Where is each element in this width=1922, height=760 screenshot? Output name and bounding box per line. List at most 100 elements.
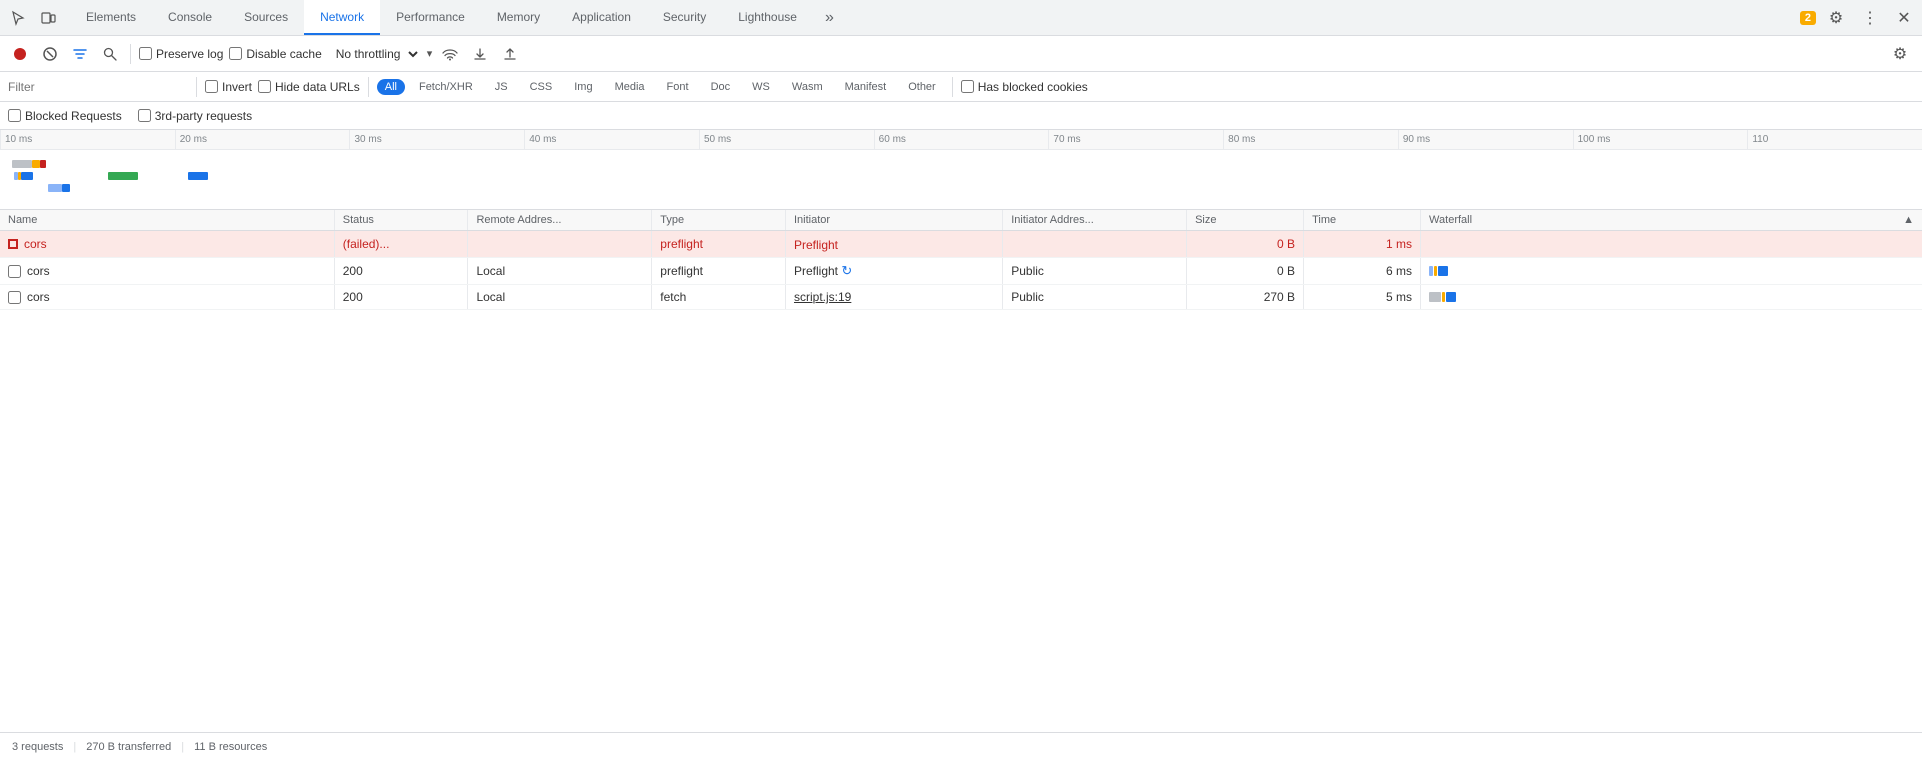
row-checkbox[interactable] — [8, 291, 21, 304]
filter-btn-css[interactable]: CSS — [522, 79, 561, 95]
tab-bar: Elements Console Sources Network Perform… — [0, 0, 1922, 36]
initiator-link[interactable]: script.js:19 — [794, 290, 851, 304]
tick-50ms: 50 ms — [699, 130, 874, 149]
issues-badge[interactable]: 2 — [1800, 11, 1816, 25]
filter-btn-js[interactable]: JS — [487, 79, 516, 95]
record-button[interactable] — [8, 42, 32, 66]
filter-btn-font[interactable]: Font — [659, 79, 697, 95]
throttle-select[interactable]: No throttling — [328, 44, 421, 64]
preserve-log-input[interactable] — [139, 47, 152, 60]
close-devtools-icon[interactable]: ✕ — [1890, 4, 1918, 32]
preserve-log-checkbox[interactable]: Preserve log — [139, 47, 223, 61]
tab-elements[interactable]: Elements — [70, 0, 152, 35]
cursor-icon[interactable] — [4, 4, 32, 32]
filter-icon[interactable] — [68, 42, 92, 66]
tab-performance[interactable]: Performance — [380, 0, 481, 35]
cell-size: 270 B — [1187, 285, 1304, 310]
cell-time: 6 ms — [1304, 258, 1421, 285]
device-toolbar-icon[interactable] — [34, 4, 62, 32]
cell-initiator: Preflight ↻ — [785, 258, 1002, 285]
filter-btn-doc[interactable]: Doc — [703, 79, 739, 95]
more-options-icon[interactable]: ⋮ — [1856, 4, 1884, 32]
col-header-name[interactable]: Name — [0, 210, 334, 231]
third-party-checkbox[interactable]: 3rd-party requests — [138, 109, 252, 123]
tabs-list: Elements Console Sources Network Perform… — [70, 0, 813, 35]
tab-application[interactable]: Application — [556, 0, 647, 35]
cell-name: cors — [0, 285, 334, 310]
filter-input[interactable] — [8, 80, 188, 94]
filter-sep-1 — [196, 77, 197, 97]
col-header-status[interactable]: Status — [334, 210, 468, 231]
col-header-size[interactable]: Size — [1187, 210, 1304, 231]
filter-btn-manifest[interactable]: Manifest — [837, 79, 895, 95]
status-bar: 3 requests | 270 B transferred | 11 B re… — [0, 732, 1922, 760]
table-row[interactable]: cors (failed)... preflight Preflight 0 B… — [0, 231, 1922, 258]
table-row[interactable]: cors 200 Local fetch script.js:19 Public… — [0, 285, 1922, 310]
tick-30ms: 30 ms — [349, 130, 524, 149]
tab-security[interactable]: Security — [647, 0, 722, 35]
tick-80ms: 80 ms — [1223, 130, 1398, 149]
invert-checkbox[interactable]: Invert — [205, 80, 252, 94]
network-settings-icon[interactable]: ⚙ — [1886, 40, 1914, 68]
network-table-container: Name Status Remote Addres... Type Initia… — [0, 210, 1922, 732]
tab-network[interactable]: Network — [304, 0, 380, 35]
cell-size: 0 B — [1187, 258, 1304, 285]
more-tabs-button[interactable]: » — [817, 0, 842, 35]
wifi-icon[interactable] — [438, 42, 462, 66]
tick-100ms: 100 ms — [1573, 130, 1748, 149]
filter-btn-wasm[interactable]: Wasm — [784, 79, 831, 95]
export-icon[interactable] — [498, 42, 522, 66]
row-checkbox[interactable] — [8, 265, 21, 278]
filter-btn-media[interactable]: Media — [607, 79, 653, 95]
table-header-row: Name Status Remote Addres... Type Initia… — [0, 210, 1922, 231]
settings-icon[interactable]: ⚙ — [1822, 4, 1850, 32]
cell-initiator: script.js:19 — [785, 285, 1002, 310]
tick-20ms: 20 ms — [175, 130, 350, 149]
cell-waterfall — [1421, 285, 1922, 310]
table-row[interactable]: cors 200 Local preflight Preflight ↻ Pub… — [0, 258, 1922, 285]
col-header-time[interactable]: Time — [1304, 210, 1421, 231]
filter-btn-all[interactable]: All — [377, 79, 405, 95]
cell-name: cors — [0, 231, 334, 258]
cell-waterfall — [1421, 258, 1922, 285]
filter-btn-img[interactable]: Img — [566, 79, 600, 95]
tab-memory[interactable]: Memory — [481, 0, 556, 35]
search-icon[interactable] — [98, 42, 122, 66]
network-table: Name Status Remote Addres... Type Initia… — [0, 210, 1922, 310]
filter-sep-2 — [368, 77, 369, 97]
hide-data-urls-checkbox[interactable]: Hide data URLs — [258, 80, 360, 94]
filter-btn-fetch-xhr[interactable]: Fetch/XHR — [411, 79, 481, 95]
disable-cache-input[interactable] — [229, 47, 242, 60]
tab-icon-group — [4, 4, 62, 32]
devtools-window: Elements Console Sources Network Perform… — [0, 0, 1922, 760]
col-header-initiator-addr[interactable]: Initiator Addres... — [1003, 210, 1187, 231]
toolbar-right: ⚙ — [1886, 40, 1914, 68]
filter-btn-other[interactable]: Other — [900, 79, 944, 95]
col-header-initiator[interactable]: Initiator — [785, 210, 1002, 231]
timeline-ruler: 10 ms 20 ms 30 ms 40 ms 50 ms 60 ms 70 m… — [0, 130, 1922, 150]
col-header-remote[interactable]: Remote Addres... — [468, 210, 652, 231]
status-sep-2: | — [181, 741, 184, 753]
tick-90ms: 90 ms — [1398, 130, 1573, 149]
row-name-text: cors — [27, 264, 50, 278]
disable-cache-checkbox[interactable]: Disable cache — [229, 47, 321, 61]
blocked-cookies-checkbox[interactable]: Has blocked cookies — [961, 80, 1088, 94]
filter-btn-ws[interactable]: WS — [744, 79, 778, 95]
import-icon[interactable] — [468, 42, 492, 66]
clear-button[interactable] — [38, 42, 62, 66]
error-checkbox-icon — [8, 239, 18, 249]
tab-lighthouse[interactable]: Lighthouse — [722, 0, 813, 35]
col-header-waterfall[interactable]: Waterfall ▲ — [1421, 210, 1922, 231]
blocked-requests-checkbox[interactable]: Blocked Requests — [8, 109, 122, 123]
tab-console[interactable]: Console — [152, 0, 228, 35]
cell-waterfall — [1421, 231, 1922, 258]
tick-60ms: 60 ms — [874, 130, 1049, 149]
tick-10ms: 10 ms — [0, 130, 175, 149]
throttle-arrow-icon: ▾ — [427, 47, 433, 60]
tab-sources[interactable]: Sources — [228, 0, 304, 35]
status-sep-1: | — [73, 741, 76, 753]
main-content: Preserve log Disable cache No throttling… — [0, 36, 1922, 760]
separator-1 — [130, 44, 131, 64]
col-header-type[interactable]: Type — [652, 210, 786, 231]
cell-remote — [468, 231, 652, 258]
